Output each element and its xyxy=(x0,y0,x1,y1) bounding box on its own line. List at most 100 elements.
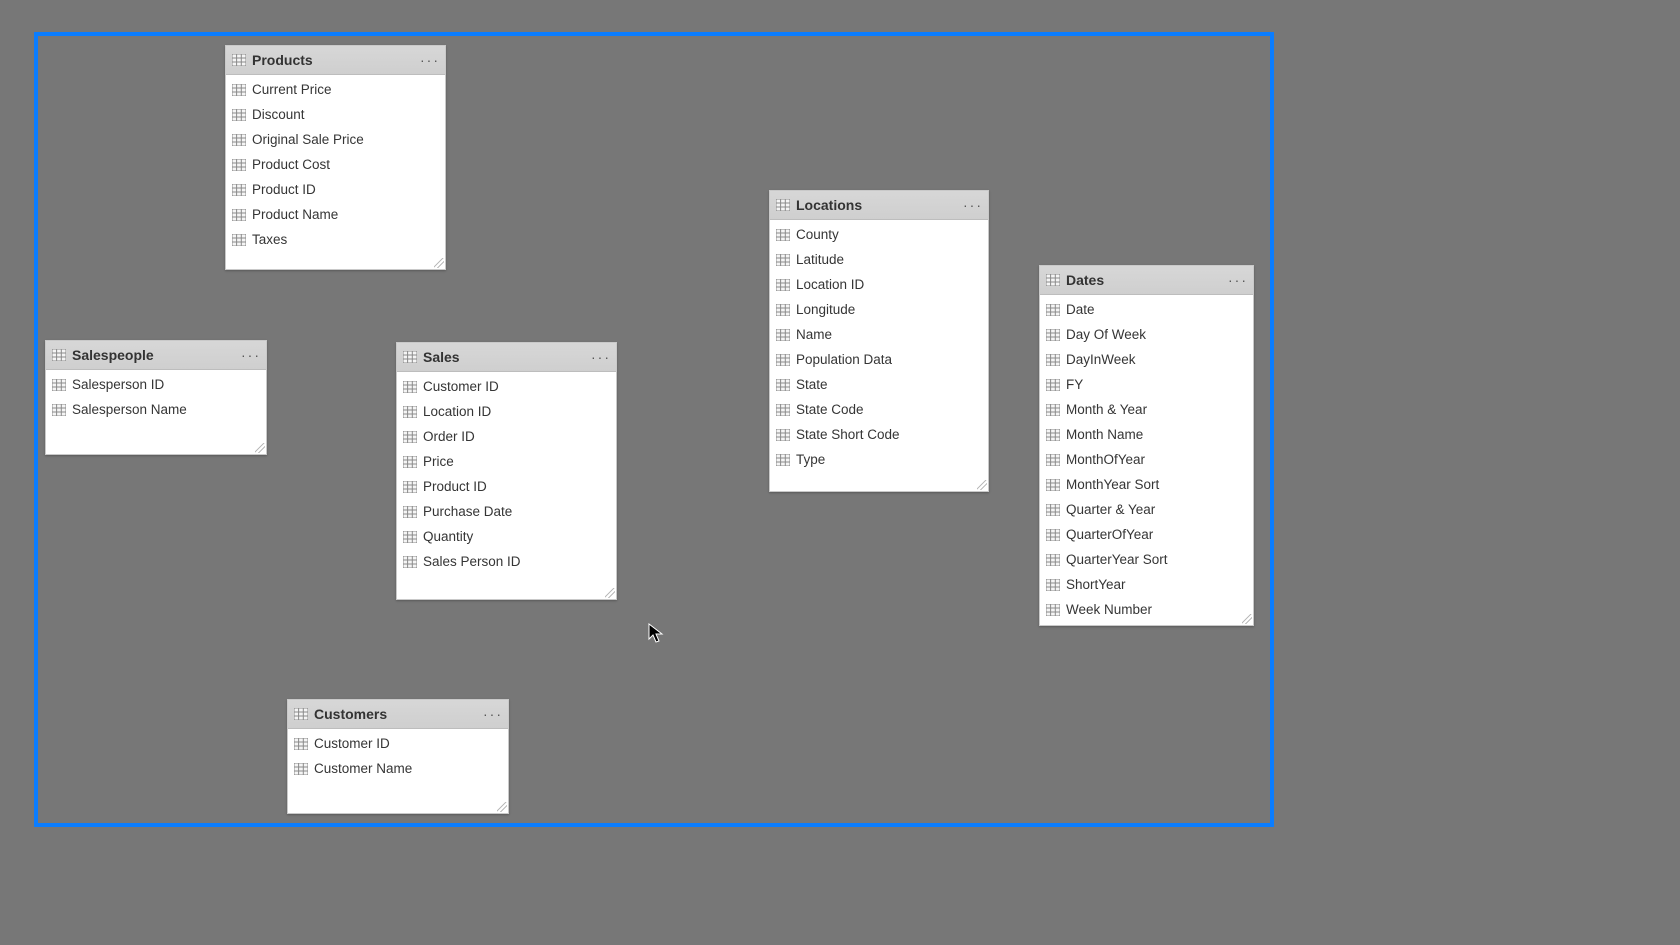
field-row[interactable]: Customer ID xyxy=(288,731,508,756)
table-card-sales[interactable]: Sales···Customer IDLocation IDOrder IDPr… xyxy=(396,342,617,600)
field-row[interactable]: Day Of Week xyxy=(1040,322,1253,347)
field-row[interactable]: DayInWeek xyxy=(1040,347,1253,372)
table-card-customers[interactable]: Customers··· Customer ID Customer Name xyxy=(287,699,509,814)
field-row[interactable]: Type xyxy=(770,447,988,472)
field-row[interactable]: Product ID xyxy=(226,177,445,202)
field-row[interactable]: Original Sale Price xyxy=(226,127,445,152)
column-icon xyxy=(52,379,66,391)
table-card-salespeople[interactable]: Salespeople··· Salesperson ID Salesperson … xyxy=(45,340,267,455)
field-label: Salesperson Name xyxy=(72,402,187,417)
field-row[interactable]: Quantity xyxy=(397,524,616,549)
field-label: ShortYear xyxy=(1066,577,1126,592)
table-header[interactable]: Customers··· xyxy=(288,700,508,729)
column-icon xyxy=(232,84,246,96)
column-icon xyxy=(776,279,790,291)
table-card-locations[interactable]: Locations ··· County LatitudeLocation IDLon… xyxy=(769,190,989,492)
field-row[interactable]: Product Name xyxy=(226,202,445,227)
column-icon xyxy=(1046,354,1060,366)
field-row[interactable]: Name xyxy=(770,322,988,347)
field-label: Product Cost xyxy=(252,157,330,172)
field-label: State xyxy=(796,377,828,392)
field-row[interactable]: MonthOfYear xyxy=(1040,447,1253,472)
column-icon xyxy=(232,134,246,146)
table-title: Locations xyxy=(796,197,958,213)
table-icon xyxy=(1046,274,1060,286)
field-row[interactable]: Price xyxy=(397,449,616,474)
field-label: County xyxy=(796,227,839,242)
column-icon xyxy=(52,404,66,416)
column-icon xyxy=(403,506,417,518)
column-icon xyxy=(1046,429,1060,441)
column-icon xyxy=(294,738,308,750)
column-icon xyxy=(1046,604,1060,616)
field-label: Product Name xyxy=(252,207,338,222)
field-row[interactable]: Taxes xyxy=(226,227,445,252)
field-row[interactable]: FY xyxy=(1040,372,1253,397)
field-label: Customer ID xyxy=(314,736,390,751)
column-icon xyxy=(776,304,790,316)
field-row[interactable]: State Short Code xyxy=(770,422,988,447)
field-label: Week Number xyxy=(1066,602,1152,617)
field-label: Customer ID xyxy=(423,379,499,394)
table-header[interactable]: Sales··· xyxy=(397,343,616,372)
field-label: Day Of Week xyxy=(1066,327,1146,342)
field-row[interactable]: Month Name xyxy=(1040,422,1253,447)
model-canvas[interactable]: Products ··· Current PriceDiscount Original… xyxy=(0,0,1680,945)
table-header[interactable]: Products ··· xyxy=(226,46,445,75)
column-icon xyxy=(403,456,417,468)
table-icon xyxy=(403,351,417,363)
column-icon xyxy=(232,159,246,171)
field-row[interactable]: Current Price xyxy=(226,77,445,102)
column-icon xyxy=(232,209,246,221)
field-row[interactable]: Customer ID xyxy=(397,374,616,399)
field-row[interactable]: Month & Year xyxy=(1040,397,1253,422)
field-row[interactable]: Quarter & Year xyxy=(1040,497,1253,522)
column-icon xyxy=(232,109,246,121)
field-row[interactable]: Longitude xyxy=(770,297,988,322)
field-row[interactable]: ShortYear xyxy=(1040,572,1253,597)
column-icon xyxy=(776,254,790,266)
more-options-icon[interactable]: ··· xyxy=(421,51,439,69)
field-row[interactable]: Location ID xyxy=(397,399,616,424)
table-header[interactable]: Dates··· xyxy=(1040,266,1253,295)
column-icon xyxy=(403,431,417,443)
table-icon xyxy=(294,708,308,720)
field-row[interactable]: Location ID xyxy=(770,272,988,297)
table-icon xyxy=(232,54,246,66)
field-row[interactable]: Salesperson ID xyxy=(46,372,266,397)
field-row[interactable]: Salesperson Name xyxy=(46,397,266,422)
field-label: Type xyxy=(796,452,825,467)
more-options-icon[interactable]: ··· xyxy=(592,348,610,366)
field-row[interactable]: Product Cost xyxy=(226,152,445,177)
table-card-dates[interactable]: Dates···DateDay Of WeekDayInWeekFYMonth … xyxy=(1039,265,1254,626)
more-options-icon[interactable]: ··· xyxy=(484,705,502,723)
field-row[interactable]: Week Number xyxy=(1040,597,1253,622)
field-row[interactable]: State Code xyxy=(770,397,988,422)
field-row[interactable]: QuarterOfYear xyxy=(1040,522,1253,547)
field-row[interactable]: Date xyxy=(1040,297,1253,322)
field-row[interactable]: Product ID xyxy=(397,474,616,499)
field-row[interactable]: Discount xyxy=(226,102,445,127)
table-header[interactable]: Locations ··· xyxy=(770,191,988,220)
column-icon xyxy=(1046,454,1060,466)
field-row[interactable]: Latitude xyxy=(770,247,988,272)
more-options-icon[interactable]: ··· xyxy=(964,196,982,214)
table-card-products[interactable]: Products ··· Current PriceDiscount Original… xyxy=(225,45,446,270)
table-header[interactable]: Salespeople··· xyxy=(46,341,266,370)
field-row[interactable]: County xyxy=(770,222,988,247)
field-row[interactable]: State xyxy=(770,372,988,397)
field-row[interactable]: QuarterYear Sort xyxy=(1040,547,1253,572)
field-row[interactable]: Population Data xyxy=(770,347,988,372)
field-row[interactable]: Order ID xyxy=(397,424,616,449)
field-label: Original Sale Price xyxy=(252,132,364,147)
more-options-icon[interactable]: ··· xyxy=(242,346,260,364)
column-icon xyxy=(294,763,308,775)
field-row[interactable]: MonthYear Sort xyxy=(1040,472,1253,497)
field-row[interactable]: Sales Person ID xyxy=(397,549,616,574)
column-icon xyxy=(403,556,417,568)
table-title: Products xyxy=(252,52,415,68)
field-label: Salesperson ID xyxy=(72,377,164,392)
more-options-icon[interactable]: ··· xyxy=(1229,271,1247,289)
field-row[interactable]: Customer Name xyxy=(288,756,508,781)
field-row[interactable]: Purchase Date xyxy=(397,499,616,524)
